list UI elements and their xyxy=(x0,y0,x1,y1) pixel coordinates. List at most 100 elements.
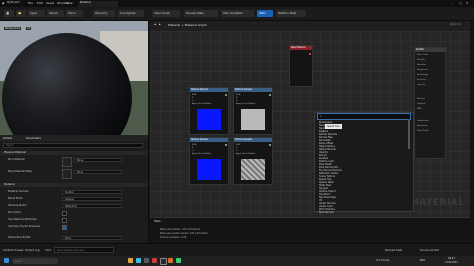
use-material-attributes-checkbox[interactable] xyxy=(62,218,67,223)
texture-node-4-output-pin[interactable] xyxy=(269,144,271,146)
details-search-input[interactable] xyxy=(3,143,143,148)
shading-model-label: Shading Model xyxy=(8,204,27,207)
menu-edit[interactable]: Edit xyxy=(37,1,43,5)
texture-node-3-title: Texture Sample xyxy=(190,138,228,142)
shading-model-select[interactable]: Default Lit xyxy=(62,204,122,208)
cast-ray-traced-shadows-checkbox[interactable] xyxy=(62,225,67,230)
palette-item[interactable]: Subsurface xyxy=(417,120,429,122)
blend-mode-select[interactable]: Opaque xyxy=(62,197,122,201)
phys-mask-select[interactable]: None xyxy=(74,170,122,174)
result-pin[interactable] xyxy=(309,53,311,55)
live-update-button[interactable]: Live Update xyxy=(118,10,144,17)
app-icon[interactable] xyxy=(168,258,173,263)
two-sided-checkbox[interactable] xyxy=(62,211,67,216)
clock-time[interactable]: 09:27 xyxy=(448,257,455,260)
palette-item[interactable]: Refraction xyxy=(417,125,428,127)
cmd-button[interactable]: Cmd xyxy=(45,249,51,252)
browse-button[interactable]: 📁 xyxy=(16,10,26,17)
menu-asset[interactable]: Asset xyxy=(46,1,54,5)
file-explorer-icon[interactable] xyxy=(128,258,133,263)
context-menu-search-input[interactable]: n xyxy=(317,113,411,120)
texture-node-2-output-pin[interactable] xyxy=(269,94,271,96)
context-menu-scrollbar[interactable] xyxy=(408,119,410,149)
tab-details[interactable]: Details xyxy=(3,136,12,141)
edge-browser-icon[interactable] xyxy=(136,258,141,263)
details-tabbar: Details Parameters xyxy=(0,135,148,141)
menu-help[interactable]: Help xyxy=(66,1,73,5)
platform-stats-button[interactable]: Platform Stats xyxy=(276,10,306,17)
subsurface-profile-select[interactable]: None xyxy=(62,236,122,240)
output-log-button[interactable]: Output Log xyxy=(25,249,39,252)
viewport-perspective-button[interactable]: Perspective xyxy=(4,27,22,30)
palette-item[interactable]: Metallic xyxy=(417,59,425,61)
clock-date[interactable]: 13-02-2024 xyxy=(445,261,458,264)
palette-item[interactable]: Pixel Depth xyxy=(417,130,429,132)
maximize-icon[interactable]: □ xyxy=(459,1,462,5)
phys-material-select[interactable]: None xyxy=(74,158,122,162)
app-icon[interactable] xyxy=(176,258,181,263)
derived-data-button[interactable]: Derived Data xyxy=(385,249,402,252)
palette-item[interactable]: Specular xyxy=(417,64,426,66)
texture-node-1-row: RGB xyxy=(192,94,197,96)
section-material[interactable]: Material xyxy=(0,183,148,187)
palette-item[interactable]: Normal xyxy=(417,98,425,100)
palette-item[interactable]: Emissive xyxy=(417,79,426,81)
palette-item[interactable]: Opacity xyxy=(417,84,425,86)
graph-breadcrumb[interactable]: Material > Material Graph xyxy=(168,23,207,27)
language-indicator[interactable]: ENG xyxy=(420,259,425,262)
forward-arrow-icon[interactable]: ▶ xyxy=(159,23,161,26)
home-button[interactable]: Home xyxy=(66,10,83,17)
palette-item[interactable]: Roughness xyxy=(417,69,428,71)
texture-node-4-preview xyxy=(241,159,265,180)
texture-node-2-row: RGB xyxy=(236,94,241,96)
material-result-node[interactable]: New Material xyxy=(289,45,313,87)
console-command-input[interactable] xyxy=(54,247,114,253)
palette-item[interactable]: WPO xyxy=(417,108,422,110)
stats-panel-header[interactable]: Stats xyxy=(154,220,161,223)
palette-header[interactable]: Palette xyxy=(415,48,446,52)
stats-button[interactable]: Stats xyxy=(257,10,273,17)
source-control-button[interactable]: Source Control xyxy=(420,249,439,252)
unreal-engine-icon[interactable] xyxy=(160,258,167,265)
palette-item[interactable]: Anisotropy xyxy=(417,74,428,76)
close-icon[interactable]: ✕ xyxy=(466,1,469,5)
taskbar-search-input[interactable] xyxy=(12,258,58,264)
media-app-icon[interactable] xyxy=(152,258,157,263)
save-button[interactable]: 💾 xyxy=(4,10,14,17)
minimize-icon[interactable]: – xyxy=(452,1,454,5)
clean-graph-button[interactable]: Clean Graph xyxy=(152,10,180,17)
texture-node-3-preview xyxy=(197,159,221,180)
texture-node-1-output-pin[interactable] xyxy=(225,94,227,96)
phys-material-thumbnail xyxy=(62,157,72,167)
apply-button[interactable]: Apply xyxy=(28,10,45,17)
texture-sample-node-4[interactable]: Texture Sample RGB R G Apply View MipBia… xyxy=(233,137,273,185)
clean-graph-label: Clean Graph xyxy=(154,12,171,15)
viewport-lit-button[interactable]: Lit xyxy=(26,27,32,30)
weather-widget[interactable]: 4°C Cloudy xyxy=(376,259,389,262)
palette-item[interactable]: Base Color xyxy=(417,54,428,56)
texture-sample-node-1[interactable]: Texture Sample RGB R G Apply View MipBia… xyxy=(189,87,229,135)
store-icon[interactable] xyxy=(144,258,149,263)
hierarchy-button[interactable]: Hierarchy xyxy=(93,10,115,17)
context-search-value: n xyxy=(320,115,322,118)
unreal-logo-icon[interactable]: ◆ xyxy=(2,1,4,5)
section-physical-material[interactable]: Physical Material xyxy=(0,151,148,155)
palette-item[interactable]: Tangent xyxy=(417,103,425,105)
menu-file[interactable]: File xyxy=(28,1,33,5)
stats-line: Texture samplers: 4/16 xyxy=(160,236,187,239)
preview-state-button[interactable]: Preview State xyxy=(184,10,218,17)
tab-parameters[interactable]: Parameters xyxy=(26,136,41,141)
search-button[interactable]: Search xyxy=(47,10,64,17)
content-drawer-button[interactable]: Content Drawer xyxy=(3,249,24,252)
texture-node-2-row: G xyxy=(236,100,238,102)
windows-start-icon[interactable] xyxy=(4,258,9,263)
hide-unrelated-button[interactable]: Hide Unrelated xyxy=(221,10,254,17)
texture-sample-node-3[interactable]: Texture Sample RGB R G Apply View MipBia… xyxy=(189,137,229,185)
material-preview-viewport[interactable]: Perspective Lit xyxy=(0,21,148,135)
material-domain-select[interactable]: Surface xyxy=(62,190,122,194)
texture-node-3-output-pin[interactable] xyxy=(225,144,227,146)
result-node-title: New Material xyxy=(290,46,312,50)
context-menu-item[interactable]: Bent Normal xyxy=(319,211,333,214)
back-arrow-icon[interactable]: ◀ xyxy=(154,23,156,26)
texture-sample-node-2[interactable]: Texture Sample RGB R G Apply View MipBia… xyxy=(233,87,273,135)
